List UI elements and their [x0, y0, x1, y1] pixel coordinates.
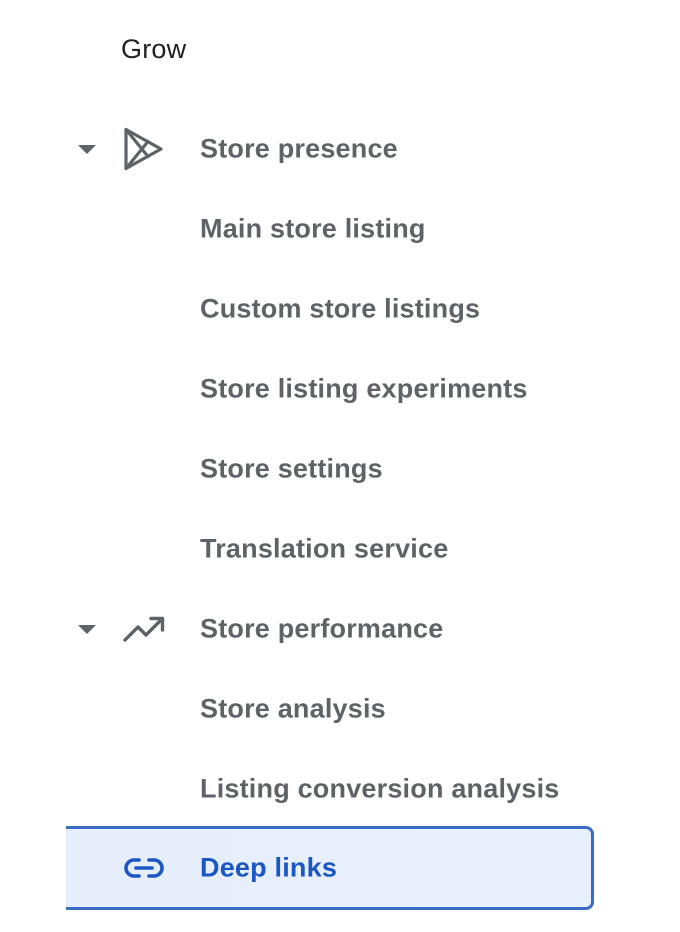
nav-item-label: Translation service — [200, 533, 449, 564]
link-icon — [124, 858, 164, 878]
nav-item-store-performance[interactable]: Store performance — [0, 589, 600, 669]
nav-item-label: Custom store listings — [200, 293, 481, 324]
play-store-icon — [124, 127, 163, 171]
nav-item-deep-links[interactable]: Deep links — [66, 826, 594, 910]
nav-item-label: Listing conversion analysis — [200, 773, 560, 804]
left-navigation: Grow Store presence Main store listing C… — [0, 0, 680, 932]
nav-item-label: Store listing experiments — [200, 373, 528, 404]
nav-item-custom-store-listings[interactable]: Custom store listings — [0, 269, 600, 349]
nav-item-label: Store analysis — [200, 693, 386, 724]
expand-caret-icon[interactable] — [78, 625, 96, 634]
nav-item-label: Main store listing — [200, 213, 426, 244]
nav-item-label: Store performance — [200, 613, 444, 644]
nav-item-main-store-listing[interactable]: Main store listing — [0, 189, 600, 269]
nav-item-store-settings[interactable]: Store settings — [0, 429, 600, 509]
nav-item-listing-conversion-analysis[interactable]: Listing conversion analysis — [0, 749, 600, 829]
section-title-grow: Grow — [121, 34, 187, 64]
nav-item-label: Store presence — [200, 133, 398, 164]
nav-item-label: Store settings — [200, 453, 383, 484]
nav-item-label: Deep links — [200, 852, 338, 883]
nav-item-store-presence[interactable]: Store presence — [0, 109, 600, 189]
trending-up-icon — [123, 616, 165, 642]
nav-item-store-analysis[interactable]: Store analysis — [0, 669, 600, 749]
expand-caret-icon[interactable] — [78, 145, 96, 154]
nav-item-translation-service[interactable]: Translation service — [0, 509, 600, 589]
nav-item-store-listing-experiments[interactable]: Store listing experiments — [0, 349, 600, 429]
